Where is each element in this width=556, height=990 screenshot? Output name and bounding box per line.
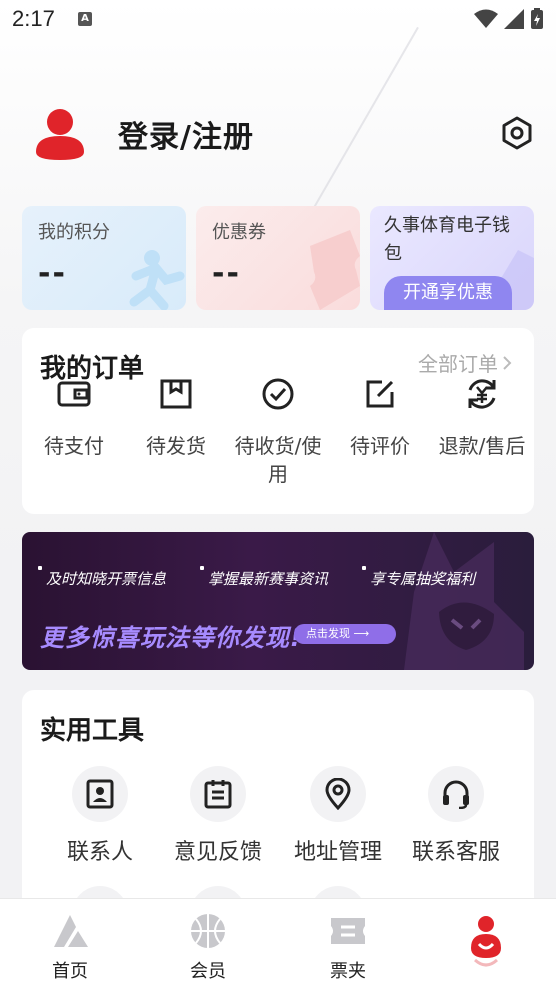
status-icons — [474, 8, 544, 30]
settings-hexagon-icon — [502, 116, 532, 150]
user-avatar-icon[interactable] — [34, 106, 86, 162]
tool-address[interactable]: 地址管理 — [278, 766, 398, 866]
coupon-card[interactable]: 优惠券 -- — [196, 206, 360, 310]
ticket-icon — [331, 918, 365, 944]
order-pending-receipt[interactable]: 待收货/使用 — [226, 376, 330, 488]
orders-panel: 我的订单 全部订单 待支付 待发货 待收货/使用 待评价 退款/售后 — [22, 328, 534, 514]
order-refund[interactable]: 退款/售后 — [430, 376, 534, 460]
nav-tickets[interactable]: 票夹 — [298, 909, 398, 983]
order-label: 待收货/使用 — [234, 434, 322, 486]
rabbit-mascot-icon — [404, 532, 524, 670]
notification-icon: A — [78, 12, 92, 26]
points-value: -- — [38, 256, 67, 291]
all-orders-link[interactable]: 全部订单 — [418, 348, 512, 377]
banner-tag: 享专属抽奖福利 — [362, 566, 475, 589]
order-label: 待支付 — [44, 434, 104, 458]
battery-icon — [531, 8, 543, 29]
tool-label: 地址管理 — [293, 840, 382, 865]
status-bar: 2:17 A — [0, 0, 556, 40]
points-label: 我的积分 — [38, 222, 110, 243]
order-label: 退款/售后 — [438, 434, 526, 458]
order-label: 待发货 — [146, 434, 206, 458]
tool-label: 联系客服 — [411, 840, 500, 865]
profile-active-icon — [471, 916, 501, 967]
nav-label: 票夹 — [330, 961, 366, 982]
banner-headline: 更多惊喜玩法等你发现! — [40, 624, 302, 652]
coupon-ticket-icon — [310, 230, 360, 310]
chevron-right-icon — [503, 355, 512, 370]
login-register-link[interactable]: 登录/注册 — [118, 112, 254, 156]
tool-label: 意见反馈 — [173, 840, 262, 865]
wallet-card[interactable]: 久事体育电子钱包 开通享优惠 — [370, 206, 534, 310]
runner-icon — [129, 250, 185, 310]
banner-tag: 及时知晓开票信息 — [37, 566, 166, 589]
tool-label: 联系人 — [66, 840, 133, 865]
banner-tags: 及时知晓开票信息 掌握最新赛事资讯 享专属抽奖福利 — [37, 566, 475, 589]
wifi-icon — [474, 9, 498, 28]
headset-icon — [443, 780, 469, 809]
edit-icon — [366, 380, 394, 408]
signal-icon — [504, 9, 524, 29]
status-time: 2:17 — [12, 6, 55, 31]
promo-banner[interactable]: 及时知晓开票信息 掌握最新赛事资讯 享专属抽奖福利 更多惊喜玩法等你发现! 点击… — [22, 532, 534, 670]
order-pending-payment[interactable]: 待支付 — [22, 376, 126, 460]
coupon-value: -- — [212, 256, 241, 291]
box-icon — [160, 379, 192, 409]
home-logo-icon — [54, 915, 88, 947]
open-wallet-button[interactable]: 开通享优惠 — [384, 276, 512, 310]
order-label: 待评价 — [350, 434, 410, 458]
tool-customer-service[interactable]: 联系客服 — [396, 766, 516, 866]
settings-button[interactable] — [498, 114, 536, 152]
location-icon — [325, 778, 351, 810]
bottom-navigation: 首页 会员 票夹 — [0, 898, 556, 990]
points-card[interactable]: 我的积分 -- — [22, 206, 186, 310]
order-pending-shipment[interactable]: 待发货 — [124, 376, 228, 460]
banner-tag: 掌握最新赛事资讯 — [200, 566, 328, 589]
tool-feedback[interactable]: 意见反馈 — [158, 766, 278, 866]
tool-contacts[interactable]: 联系人 — [40, 766, 160, 866]
nav-home[interactable]: 首页 — [20, 909, 120, 983]
coupon-label: 优惠券 — [212, 222, 266, 243]
feedback-icon — [204, 780, 232, 809]
tools-title: 实用工具 — [40, 716, 145, 746]
nav-label: 会员 — [190, 961, 226, 982]
all-orders-label: 全部订单 — [418, 352, 498, 376]
wallet-icon — [57, 381, 91, 407]
nav-label: 首页 — [52, 961, 88, 982]
contact-icon — [86, 779, 114, 809]
tools-panel: 实用工具 联系人 意见反馈 地址管理 联系客服 — [22, 690, 534, 942]
order-pending-review[interactable]: 待评价 — [328, 376, 432, 460]
banner-cta-button[interactable]: 点击发现 ⟶ — [294, 624, 396, 644]
refund-icon — [468, 379, 496, 409]
basketball-icon — [191, 914, 225, 948]
check-circle-icon — [262, 378, 294, 410]
nav-membership[interactable]: 会员 — [158, 909, 258, 983]
nav-profile[interactable] — [436, 909, 536, 979]
